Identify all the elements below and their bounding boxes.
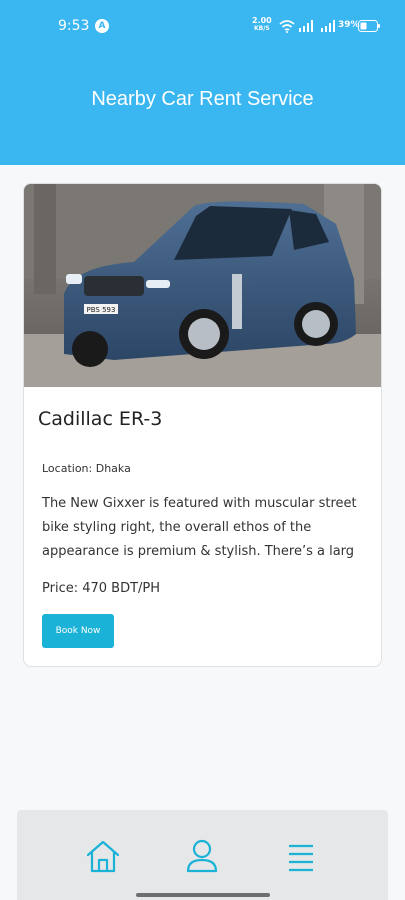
status-bar: 9:53 A 2.00 KB/S 39% <box>0 0 405 52</box>
license-plate: PBS 593 <box>87 306 116 314</box>
network-speed-value: 2.00 <box>252 16 272 25</box>
bottom-nav <box>17 810 388 900</box>
car-location: Location: Dhaka <box>42 462 131 475</box>
status-time: 9:53 <box>58 18 90 34</box>
menu-icon[interactable] <box>283 838 319 874</box>
wifi-icon <box>279 20 295 33</box>
book-now-button[interactable]: Book Now <box>42 614 114 648</box>
car-name: Cadillac ER-3 <box>38 408 163 430</box>
battery-icon <box>358 20 380 32</box>
car-card: PBS 593 Cadillac ER-3 Location: Dhaka Th… <box>23 183 382 667</box>
home-indicator[interactable] <box>136 893 270 897</box>
car-image: PBS 593 <box>24 184 381 387</box>
signal-icon <box>299 20 313 32</box>
network-speed: 2.00 KB/S <box>252 17 272 33</box>
signal-icon-2 <box>321 20 335 32</box>
page-title: Nearby Car Rent Service <box>91 88 314 110</box>
car-description: The New Gixxer is featured with muscular… <box>42 496 357 559</box>
battery-percent: 39% <box>338 20 360 30</box>
network-speed-unit: KB/S <box>254 25 270 32</box>
notification-a-icon: A <box>95 19 109 33</box>
app-bar: 9:53 A 2.00 KB/S 39% Nearby Car Rent Ser… <box>0 0 405 165</box>
car-price: Price: 470 BDT/PH <box>42 581 161 596</box>
home-icon[interactable] <box>85 838 121 874</box>
user-icon[interactable] <box>184 838 220 874</box>
